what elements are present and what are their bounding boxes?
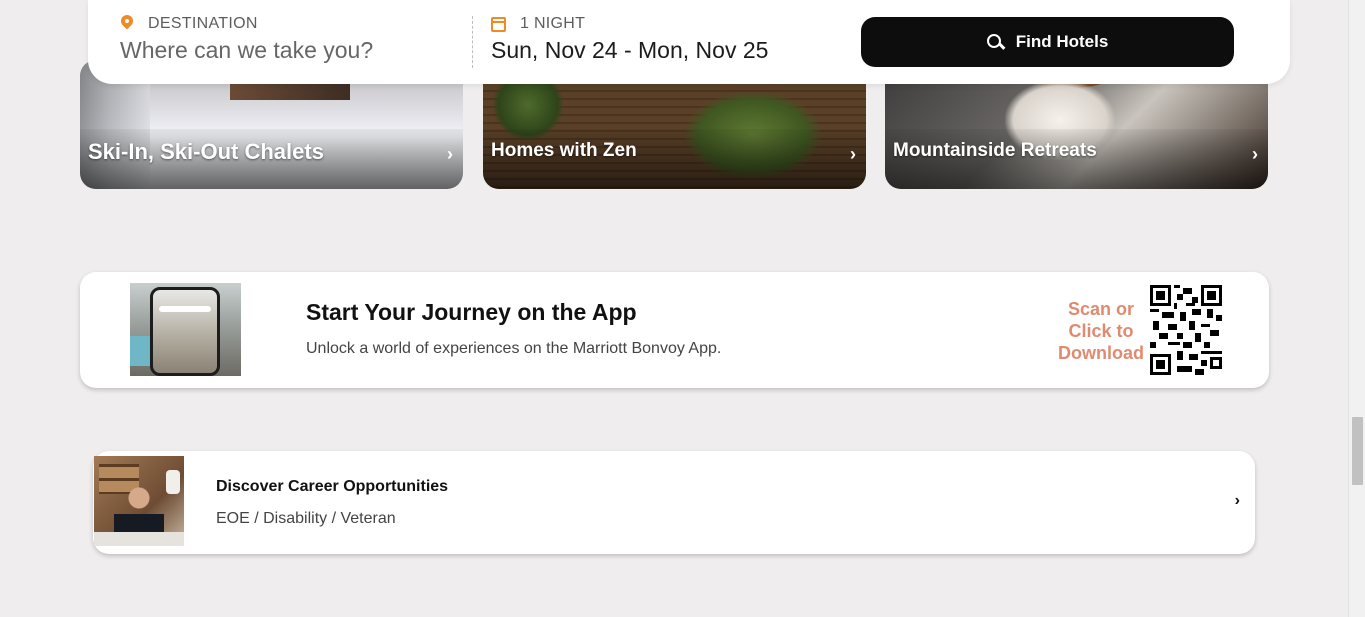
category-card-label: Mountainside Retreats <box>893 140 1097 161</box>
find-hotels-button[interactable]: Find Hotels <box>861 17 1234 67</box>
app-promo-banner[interactable]: Start Your Journey on the App Unlock a w… <box>80 272 1269 388</box>
hotel-search-bar: DESTINATION 1 NIGHT Sun, Nov 24 - Mon, N… <box>88 0 1290 84</box>
chevron-right-icon: › <box>850 144 856 164</box>
career-opportunities-banner[interactable]: Discover Career Opportunities EOE / Disa… <box>93 451 1255 554</box>
career-image <box>94 456 184 546</box>
search-icon <box>986 33 1004 51</box>
field-divider <box>472 16 473 68</box>
app-promo-image <box>130 283 241 376</box>
scan-to-download-link[interactable]: Scan or Click to Download <box>1048 298 1154 364</box>
chevron-right-icon: › <box>1252 144 1258 164</box>
category-card-label: Ski-In, Ski-Out Chalets <box>88 139 324 164</box>
qr-code-icon[interactable] <box>1150 285 1222 375</box>
destination-field[interactable]: DESTINATION <box>120 15 460 64</box>
nights-label: 1 NIGHT <box>520 15 586 32</box>
app-promo-title: Start Your Journey on the App <box>306 299 637 325</box>
category-card-label: Homes with Zen <box>491 140 637 161</box>
career-subtitle: EOE / Disability / Veteran <box>216 510 396 527</box>
app-promo-subtitle: Unlock a world of experiences on the Mar… <box>306 340 722 357</box>
page-scrollbar[interactable] <box>1348 0 1365 617</box>
find-hotels-label: Find Hotels <box>1015 32 1109 51</box>
location-pin-icon <box>120 15 134 33</box>
dates-value: Sun, Nov 24 - Mon, Nov 25 <box>491 37 769 63</box>
destination-label: DESTINATION <box>148 15 258 32</box>
calendar-icon <box>491 16 506 32</box>
dates-field[interactable]: 1 NIGHT Sun, Nov 24 - Mon, Nov 25 <box>491 15 768 64</box>
destination-input[interactable] <box>120 37 460 64</box>
chevron-right-icon: › <box>447 144 453 164</box>
chevron-right-icon: › <box>1234 492 1240 509</box>
scrollbar-thumb[interactable] <box>1352 417 1363 485</box>
career-title: Discover Career Opportunities <box>216 478 449 495</box>
